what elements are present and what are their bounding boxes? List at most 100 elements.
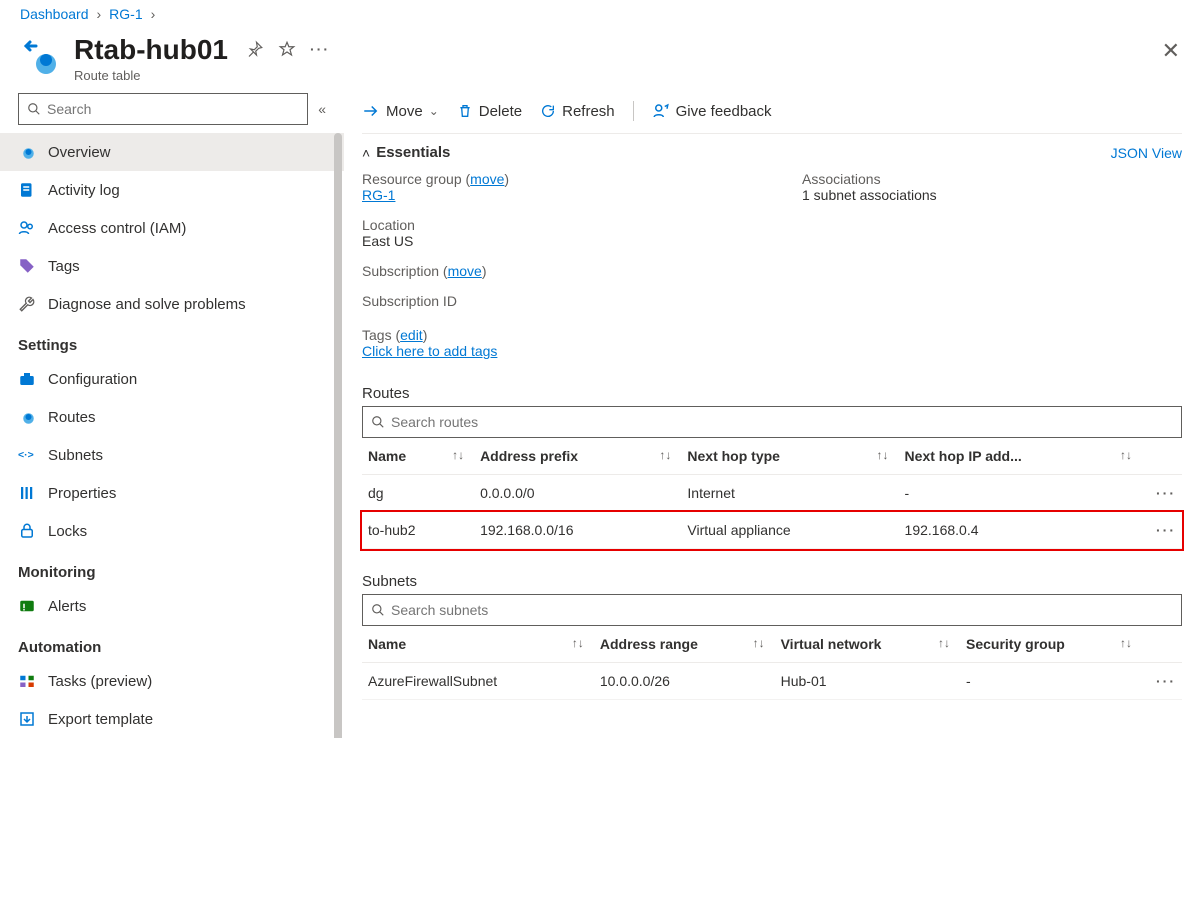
- essentials-title: Essentials: [376, 144, 450, 161]
- row-more-icon[interactable]: ···: [1142, 512, 1182, 549]
- sidebar-item-properties[interactable]: Properties: [0, 474, 344, 512]
- delete-button[interactable]: Delete: [457, 103, 522, 120]
- associations-label: Associations: [802, 171, 1182, 187]
- table-row[interactable]: to-hub2 192.168.0.0/16 Virtual appliance…: [362, 512, 1182, 549]
- subnets-icon: <·>: [18, 446, 36, 464]
- move-button[interactable]: Move ⌄: [362, 102, 439, 120]
- routes-icon: [18, 408, 36, 426]
- resource-title: Rtab-hub01: [74, 34, 228, 66]
- sort-icon: ↑↓: [938, 636, 950, 650]
- cell-sg: -: [960, 663, 1142, 700]
- sidebar-item-alerts[interactable]: Alerts: [0, 587, 344, 625]
- rg-move-link[interactable]: move: [470, 171, 504, 187]
- table-row[interactable]: dg 0.0.0.0/0 Internet - ···: [362, 475, 1182, 512]
- sidebar-item-locks[interactable]: Locks: [0, 512, 344, 550]
- sidebar-search-input[interactable]: [47, 101, 299, 117]
- sidebar-item-iam[interactable]: Access control (IAM): [0, 209, 344, 247]
- breadcrumb-root[interactable]: Dashboard: [20, 6, 89, 22]
- favorite-icon[interactable]: [278, 40, 296, 58]
- svg-text:<·>: <·>: [18, 449, 34, 461]
- sidebar-item-diagnose[interactable]: Diagnose and solve problems: [0, 285, 344, 323]
- location-label: Location: [362, 217, 782, 233]
- chevron-right-icon: ›: [97, 6, 102, 22]
- close-icon[interactable]: ✕: [1162, 38, 1180, 64]
- sidebar: « Overview Activity log Access control (…: [0, 93, 344, 898]
- subnets-table: Name↑↓ Address range↑↓ Virtual network↑↓…: [362, 626, 1182, 700]
- lock-icon: [18, 522, 36, 540]
- cell-name: AzureFirewallSubnet: [362, 663, 594, 700]
- col-name[interactable]: Name↑↓: [362, 626, 594, 663]
- col-prefix[interactable]: Address prefix↑↓: [474, 438, 681, 475]
- sidebar-item-routes[interactable]: Routes: [0, 398, 344, 436]
- cell-vnet: Hub-01: [775, 663, 960, 700]
- sidebar-item-tags[interactable]: Tags: [0, 247, 344, 285]
- people-icon: [18, 219, 36, 237]
- subnets-search-input[interactable]: [391, 602, 1173, 618]
- json-view-link[interactable]: JSON View: [1111, 145, 1182, 161]
- sort-icon: ↑↓: [1120, 448, 1132, 462]
- feedback-button[interactable]: Give feedback: [652, 102, 772, 120]
- sidebar-item-subnets[interactable]: <·> Subnets: [0, 436, 344, 474]
- sidebar-scrollbar-thumb[interactable]: [334, 133, 342, 738]
- routes-search-input[interactable]: [391, 414, 1173, 430]
- subscription-label: Subscription (move): [362, 263, 782, 279]
- resource-type: Route table: [74, 68, 228, 83]
- cell-range: 10.0.0.0/26: [594, 663, 775, 700]
- sidebar-item-label: Tasks (preview): [48, 673, 152, 690]
- tags-row: Tags (edit) Click here to add tags: [362, 321, 1182, 375]
- sidebar-search[interactable]: [18, 93, 308, 125]
- collapse-sidebar-icon[interactable]: «: [318, 101, 326, 117]
- arrow-right-icon: [362, 102, 380, 120]
- add-tags-link[interactable]: Click here to add tags: [362, 343, 497, 359]
- pin-icon[interactable]: [246, 40, 264, 58]
- col-hop-type[interactable]: Next hop type↑↓: [681, 438, 898, 475]
- sort-icon: ↑↓: [1120, 636, 1132, 650]
- tags-edit-link[interactable]: edit: [400, 327, 423, 343]
- sidebar-item-overview[interactable]: Overview: [0, 133, 344, 171]
- more-icon[interactable]: ···: [310, 41, 330, 57]
- col-vnet[interactable]: Virtual network↑↓: [775, 626, 960, 663]
- sidebar-item-label: Export template: [48, 711, 153, 728]
- routes-title: Routes: [362, 385, 1182, 402]
- col-name[interactable]: Name↑↓: [362, 438, 474, 475]
- row-more-icon[interactable]: ···: [1142, 475, 1182, 512]
- sidebar-item-configuration[interactable]: Configuration: [0, 360, 344, 398]
- sidebar-scrollbar-track: [334, 133, 342, 738]
- tag-icon: [18, 257, 36, 275]
- sort-icon: ↑↓: [572, 636, 584, 650]
- properties-icon: [18, 484, 36, 502]
- essentials-header[interactable]: ˄ Essentials JSON View: [362, 134, 1182, 171]
- rg-value-link[interactable]: RG-1: [362, 187, 395, 203]
- sidebar-heading-settings: Settings: [0, 323, 344, 360]
- search-icon: [27, 102, 41, 116]
- sidebar-item-export-template[interactable]: Export template: [0, 700, 344, 738]
- toolbar-divider: [633, 101, 634, 121]
- col-range[interactable]: Address range↑↓: [594, 626, 775, 663]
- refresh-icon: [540, 103, 556, 119]
- subscription-id-label: Subscription ID: [362, 293, 782, 309]
- table-row[interactable]: AzureFirewallSubnet 10.0.0.0/26 Hub-01 -…: [362, 663, 1182, 700]
- col-hop-ip[interactable]: Next hop IP add...↑↓: [899, 438, 1142, 475]
- sub-move-link[interactable]: move: [448, 263, 482, 279]
- sidebar-item-activity-log[interactable]: Activity log: [0, 171, 344, 209]
- subnets-title: Subnets: [362, 573, 1182, 590]
- subnets-search[interactable]: [362, 594, 1182, 626]
- sort-icon: ↑↓: [753, 636, 765, 650]
- cell-prefix: 0.0.0.0/0: [474, 475, 681, 512]
- rg-label: Resource group (move): [362, 171, 782, 187]
- wrench-icon: [18, 295, 36, 313]
- refresh-button[interactable]: Refresh: [540, 103, 615, 120]
- trash-icon: [457, 103, 473, 119]
- row-more-icon[interactable]: ···: [1142, 663, 1182, 700]
- sidebar-item-label: Tags: [48, 258, 80, 275]
- sidebar-item-label: Properties: [48, 485, 116, 502]
- cell-prefix: 192.168.0.0/16: [474, 512, 681, 549]
- routes-search[interactable]: [362, 406, 1182, 438]
- col-sg[interactable]: Security group↑↓: [960, 626, 1142, 663]
- sidebar-item-tasks[interactable]: Tasks (preview): [0, 662, 344, 700]
- breadcrumb-rg[interactable]: RG-1: [109, 6, 142, 22]
- sidebar-item-label: Locks: [48, 523, 87, 540]
- tasks-icon: [18, 672, 36, 690]
- sidebar-item-label: Subnets: [48, 447, 103, 464]
- export-template-icon: [18, 710, 36, 728]
